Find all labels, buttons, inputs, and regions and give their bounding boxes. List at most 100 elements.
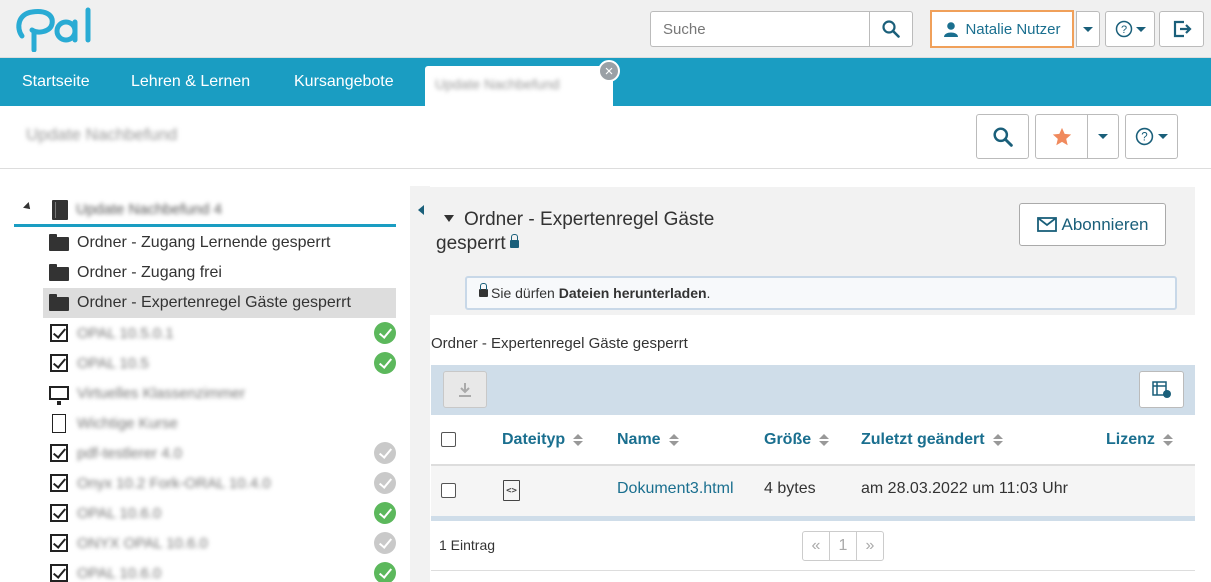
tree-item[interactable]: Virtuelles Klassenzimmer (43, 378, 396, 408)
status-check-icon (374, 472, 396, 494)
subscribe-button[interactable]: Abonnieren (1019, 203, 1166, 246)
status-check-icon (374, 502, 396, 524)
chevron-down-icon (1158, 134, 1168, 139)
course-help-button[interactable]: ? (1125, 114, 1178, 159)
tree-item[interactable]: OPAL 10.6.0 (43, 558, 396, 582)
collapse-icon[interactable] (444, 214, 454, 222)
tree-item-label: OPAL 10.5 (77, 354, 149, 372)
tree-item[interactable]: Ordner - Zugang Lernende gesperrt (43, 228, 396, 258)
tab-lehren-lernen[interactable]: Lehren & Lernen (131, 58, 250, 106)
folder-icon (49, 233, 69, 253)
user-menu-caret[interactable] (1076, 11, 1100, 47)
logout-button[interactable] (1159, 11, 1204, 47)
file-modified: am 28.03.2022 um 11:03 Uhr (861, 480, 1068, 497)
folder-title[interactable]: Ordner - Expertenregel Gäste gesperrt (436, 208, 746, 256)
column-header-name[interactable]: Name (617, 429, 679, 451)
select-all-checkbox[interactable] (441, 432, 456, 447)
help-button[interactable]: ? (1105, 11, 1155, 47)
tree-item[interactable]: Ordner - Expertenregel Gäste gesperrt (43, 288, 396, 318)
tab-kursangebote[interactable]: Kursangebote (294, 58, 394, 106)
tree-item[interactable]: OPAL 10.6.0 (43, 498, 396, 528)
html-file-icon: <> (503, 480, 520, 501)
task-check-icon (49, 533, 69, 553)
close-tab-button[interactable]: × (598, 60, 620, 82)
status-check-icon (374, 442, 396, 464)
tree-root-course[interactable]: Update Nachbefund 4 (14, 195, 396, 227)
view-options-button[interactable] (1139, 371, 1184, 408)
tree-item[interactable]: Wichtige Kurse (43, 408, 396, 438)
envelope-icon (1036, 217, 1057, 232)
task-check-icon (49, 563, 69, 582)
favorite-menu-caret[interactable] (1087, 114, 1119, 159)
divider (431, 570, 1195, 571)
tree-root-label: Update Nachbefund 4 (76, 201, 222, 218)
download-button[interactable] (443, 371, 487, 408)
favorite-button[interactable] (1035, 114, 1088, 159)
divider (0, 168, 1211, 169)
search-input[interactable] (650, 11, 869, 47)
lock-icon (479, 283, 488, 297)
collapse-icon[interactable] (23, 202, 33, 212)
file-size: 4 bytes (764, 480, 816, 497)
course-search-button[interactable] (976, 114, 1029, 159)
entry-count: 1 Eintrag (439, 537, 496, 553)
permission-info: Sie dürfen Dateien herunterladen. (465, 276, 1177, 310)
column-header-dateityp[interactable]: Dateityp (502, 429, 584, 451)
column-header-groesse[interactable]: Größe (764, 429, 830, 451)
tree-item[interactable]: pdf-testlerer 4.0 (43, 438, 396, 468)
tree-item-label: Wichtige Kurse (77, 414, 178, 432)
tree-item[interactable]: Onyx 10.2 Fork-ORAL 10.4.0 (43, 468, 396, 498)
search-button[interactable] (869, 11, 913, 47)
tab-active-course[interactable]: Update Nachbefund (425, 66, 613, 106)
tree-item-label: OPAL 10.6.0 (77, 504, 162, 522)
column-header-lizenz[interactable]: Lizenz (1106, 429, 1173, 451)
folder-icon (49, 293, 69, 313)
tree-item[interactable]: OPAL 10.5.0.1 (43, 318, 396, 348)
row-checkbox[interactable] (441, 483, 456, 498)
chevron-down-icon (1135, 26, 1146, 32)
tree-item[interactable]: Ordner - Zugang frei (43, 258, 396, 288)
user-name: Natalie Nutzer (965, 20, 1061, 38)
search-group (650, 11, 913, 47)
tree-item-label: Ordner - Expertenregel Gäste gesperrt (77, 294, 351, 311)
tree-item[interactable]: ONYX OPAL 10.6.0 (43, 528, 396, 558)
column-header-zuletzt-geaendert[interactable]: Zuletzt geändert (861, 429, 1003, 451)
tree-item-label: Virtuelles Klassenzimmer (77, 384, 246, 402)
tab-startseite[interactable]: Startseite (22, 58, 90, 106)
tree-item-label: OPAL 10.5.0.1 (77, 324, 174, 342)
sort-icon (668, 434, 679, 446)
pagination-prev[interactable]: « (802, 531, 830, 561)
tree-item[interactable]: OPAL 10.5 (43, 348, 396, 378)
task-check-icon (49, 443, 69, 463)
active-tab-label: Update Nachbefund (435, 76, 560, 92)
tree-item-label: OPAL 10.6.0 (77, 564, 162, 582)
file-name-link[interactable]: Dokument3.html (617, 480, 734, 498)
task-check-icon (49, 353, 69, 373)
user-menu-button[interactable]: Natalie Nutzer (930, 10, 1074, 48)
status-check-icon (374, 352, 396, 374)
pagination-next[interactable]: » (856, 531, 884, 561)
book-icon (52, 200, 68, 220)
lock-icon (509, 234, 519, 248)
svg-text:?: ? (1141, 131, 1148, 144)
tree-item-label: Ordner - Zugang Lernende gesperrt (77, 234, 331, 251)
star-icon (1052, 127, 1071, 145)
tree-item-label: ONYX OPAL 10.6.0 (77, 534, 208, 552)
listing-title: Ordner - Expertenregel Gäste gesperrt (431, 335, 688, 352)
help-icon: ? (1115, 20, 1132, 38)
logout-icon (1173, 20, 1192, 38)
sort-icon (573, 434, 584, 446)
tree-item-label: pdf-testlerer 4.0 (77, 444, 183, 462)
pagination-page[interactable]: 1 (829, 531, 857, 561)
course-title: Update Nachbefund (26, 125, 178, 144)
search-icon (882, 20, 900, 38)
opal-logo[interactable] (14, 6, 106, 53)
search-icon (992, 126, 1013, 147)
table-footer-strip (431, 516, 1195, 521)
sidebar-collapse-toggle[interactable] (410, 186, 430, 582)
sort-icon (992, 434, 1003, 446)
status-check-icon (374, 562, 396, 582)
status-check-icon (374, 322, 396, 344)
monitor-icon (49, 383, 69, 405)
chevron-down-icon (1098, 134, 1108, 139)
